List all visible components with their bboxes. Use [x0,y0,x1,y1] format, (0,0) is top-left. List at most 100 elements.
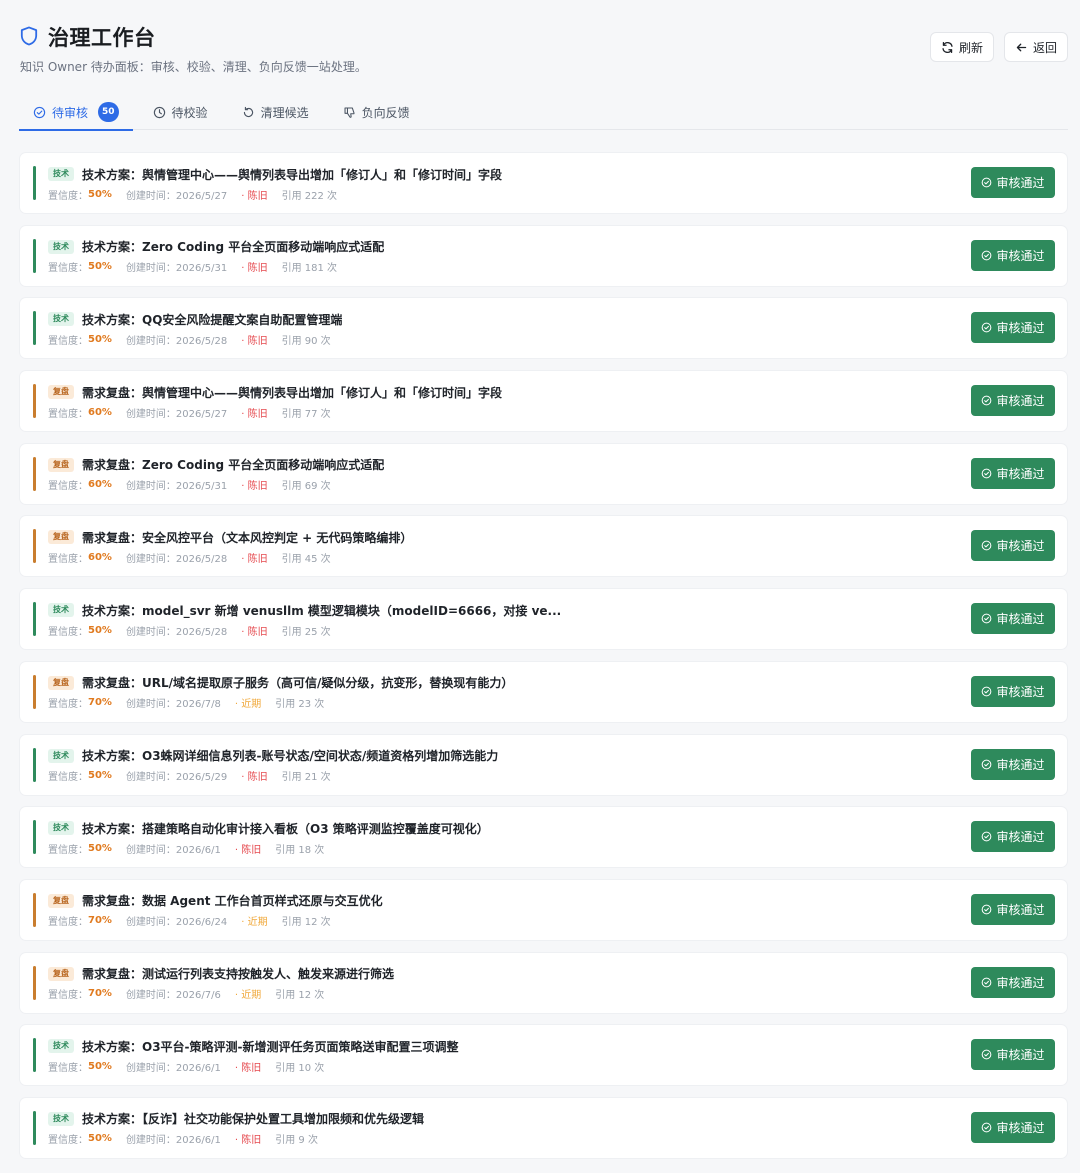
freshness-badge: · 陈旧 [234,844,262,856]
created-time: 创建时间：2026/5/27 [125,190,228,202]
confidence-label: 置信度： [48,626,88,638]
confidence-label: 置信度： [48,990,88,1002]
review-card: 技术 技术方案：舆情管理中心——舆情列表导出增加「修订人」和「修订时间」字段 置… [20,153,1067,213]
thumbs-down-icon [343,106,356,119]
approve-button[interactable]: 审核通过 [971,603,1055,635]
review-card: 技术 技术方案：model_svr 新增 venusllm 模型逻辑模块（mod… [20,589,1067,650]
check-circle-icon [981,250,992,261]
freshness-badge: · 陈旧 [241,772,268,783]
confidence-value: 50% [88,624,112,636]
approve-button[interactable]: 审核通过 [971,457,1055,489]
tab-pending-verify[interactable]: 待校验 [139,94,222,130]
approve-button[interactable]: 审核通过 [971,675,1055,707]
check-circle-icon [981,322,992,333]
approve-button[interactable]: 审核通过 [971,893,1055,925]
card-title[interactable]: 技术方案：Zero Coding 平台全页面移动端响应式适配 [82,238,384,255]
card-title[interactable]: 需求复盘：数据 Agent 工作台首页样式还原与交互优化 [82,892,383,909]
approve-button[interactable]: 审核通过 [971,1111,1055,1143]
confidence-value: 50% [88,333,112,345]
type-tag: 复盘 [48,966,74,981]
tab-label: 待审核 [52,105,89,120]
approve-button[interactable]: 审核通过 [971,167,1055,198]
review-card: 复盘 需求复盘：Zero Coding 平台全页面移动端响应式适配 置信度： 6… [20,443,1067,504]
card-accent-bar [33,674,36,709]
approve-label: 审核通过 [996,902,1045,917]
created-time: 创建时间：2026/6/1 [125,1135,221,1147]
confidence-value: 50% [88,1133,112,1145]
created-time: 创建时间：2026/5/29 [125,772,228,783]
check-circle-icon [981,759,992,770]
review-card: 复盘 需求复盘：URL/域名提取原子服务（高可信/疑似分级，抗变形，替换现有能力… [20,661,1067,722]
card-title-row: 技术 技术方案：搭建策略自动化审计接入看板（O3 策略评测监控覆盖度可视化） [48,819,927,837]
approve-label: 审核通过 [996,1120,1045,1135]
freshness-badge: · 陈旧 [241,190,268,202]
type-tag: 复盘 [48,675,74,690]
card-title[interactable]: 技术方案：O3平台-策略评测-新增测评任务页面策略送审配置三项调整 [82,1038,459,1055]
tab-cleanup-candidates[interactable]: 清理候选 [228,94,323,130]
card-accent-bar [33,456,36,491]
reference-count: 引用 181 次 [281,263,338,275]
card-body: 复盘 需求复盘：测试运行列表支持按触发人、触发来源进行筛选 置信度： 70% 创… [48,965,927,1001]
approve-button[interactable]: 审核通过 [971,748,1055,780]
confidence-label: 置信度： [48,1062,88,1074]
approve-button[interactable]: 审核通过 [971,1039,1055,1071]
type-tag: 技术 [48,603,74,618]
created-time: 创建时间：2026/7/8 [125,699,221,711]
card-title[interactable]: 技术方案：QQ安全风险提醒文案自助配置管理端 [82,311,342,328]
card-meta: 置信度： 50% 创建时间：2026/6/1 · 陈旧 引用 9 次 [48,1132,927,1146]
card-title[interactable]: 技术方案：O3蛛网详细信息列表-账号状态/空间状态/频道资格列增加筛选能力 [82,747,498,764]
card-body: 复盘 需求复盘：舆情管理中心——舆情列表导出增加「修订人」和「修订时间」字段 置… [48,383,927,420]
card-meta: 置信度： 60% 创建时间：2026/5/31 · 陈旧 引用 69 次 [48,478,927,492]
approve-label: 审核通过 [996,757,1045,772]
reference-count: 引用 12 次 [281,917,331,929]
refresh-button[interactable]: 刷新 [929,32,994,62]
card-accent-bar [33,602,36,637]
approve-button[interactable]: 审核通过 [971,385,1055,417]
reference-count: 引用 12 次 [275,990,325,1002]
card-title[interactable]: 需求复盘：安全风控平台（文本风控判定 + 无代码策略编排） [82,529,412,546]
confidence-label: 置信度： [48,1135,88,1147]
approve-button[interactable]: 审核通过 [971,239,1055,271]
card-accent-bar [33,747,36,782]
card-title-row: 技术 技术方案：O3蛛网详细信息列表-账号状态/空间状态/频道资格列增加筛选能力 [48,747,927,765]
check-circle-icon [981,977,992,988]
type-tag: 技术 [48,312,74,327]
type-tag: 复盘 [48,893,74,908]
card-title-row: 技术 技术方案：QQ安全风险提醒文案自助配置管理端 [48,310,927,328]
clock-icon [153,106,166,119]
tab-label: 清理候选 [260,105,309,120]
card-meta: 置信度： 50% 创建时间：2026/6/1 · 陈旧 引用 18 次 [48,841,927,856]
freshness-badge: · 陈旧 [241,553,268,565]
card-title[interactable]: 需求复盘：URL/域名提取原子服务（高可信/疑似分级，抗变形，替换现有能力） [82,674,513,691]
card-meta: 置信度： 60% 创建时间：2026/5/28 · 陈旧 引用 45 次 [48,550,927,565]
tab-negative-feedback[interactable]: 负向反馈 [329,94,424,130]
card-title[interactable]: 技术方案：model_svr 新增 venusllm 模型逻辑模块（modelI… [82,602,561,619]
card-title[interactable]: 技术方案：【反诈】社交功能保护处置工具增加限频和优先级逻辑 [82,1110,424,1127]
approve-button[interactable]: 审核通过 [971,312,1055,344]
card-body: 复盘 需求复盘：安全风控平台（文本风控判定 + 无代码策略编排） 置信度： 60… [48,528,927,565]
back-button[interactable]: 返回 [1003,32,1068,62]
refresh-icon [941,41,954,54]
freshness-badge: · 近期 [234,990,262,1002]
review-list: 技术 技术方案：舆情管理中心——舆情列表导出增加「修订人」和「修订时间」字段 置… [20,153,1067,1171]
freshness-badge: · 陈旧 [241,481,268,493]
card-title[interactable]: 需求复盘：Zero Coding 平台全页面移动端响应式适配 [82,456,384,473]
confidence-value: 50% [88,261,112,273]
card-meta: 置信度： 50% 创建时间：2026/5/28 · 陈旧 引用 25 次 [48,623,927,638]
freshness-badge: · 陈旧 [241,626,268,638]
card-title[interactable]: 需求复盘：测试运行列表支持按触发人、触发来源进行筛选 [82,965,394,982]
approve-label: 审核通过 [996,1048,1045,1063]
card-title[interactable]: 技术方案：舆情管理中心——舆情列表导出增加「修订人」和「修订时间」字段 [82,166,502,183]
header-actions: 刷新 返回 [929,32,1068,62]
arrow-left-icon [1015,41,1028,54]
approve-button[interactable]: 审核通过 [971,530,1055,562]
card-title-row: 复盘 需求复盘：Zero Coding 平台全页面移动端响应式适配 [48,456,927,474]
card-title[interactable]: 技术方案：搭建策略自动化审计接入看板（O3 策略评测监控覆盖度可视化） [82,820,489,837]
card-title-row: 技术 技术方案：Zero Coding 平台全页面移动端响应式适配 [48,238,927,256]
card-meta: 置信度： 50% 创建时间：2026/6/1 · 陈旧 引用 10 次 [48,1059,927,1074]
approve-button[interactable]: 审核通过 [971,966,1055,998]
tab-pending-review[interactable]: 待审核 50 [19,94,133,131]
approve-button[interactable]: 审核通过 [971,821,1055,853]
card-accent-bar [33,1110,36,1145]
card-title[interactable]: 需求复盘：舆情管理中心——舆情列表导出增加「修订人」和「修订时间」字段 [82,384,502,401]
